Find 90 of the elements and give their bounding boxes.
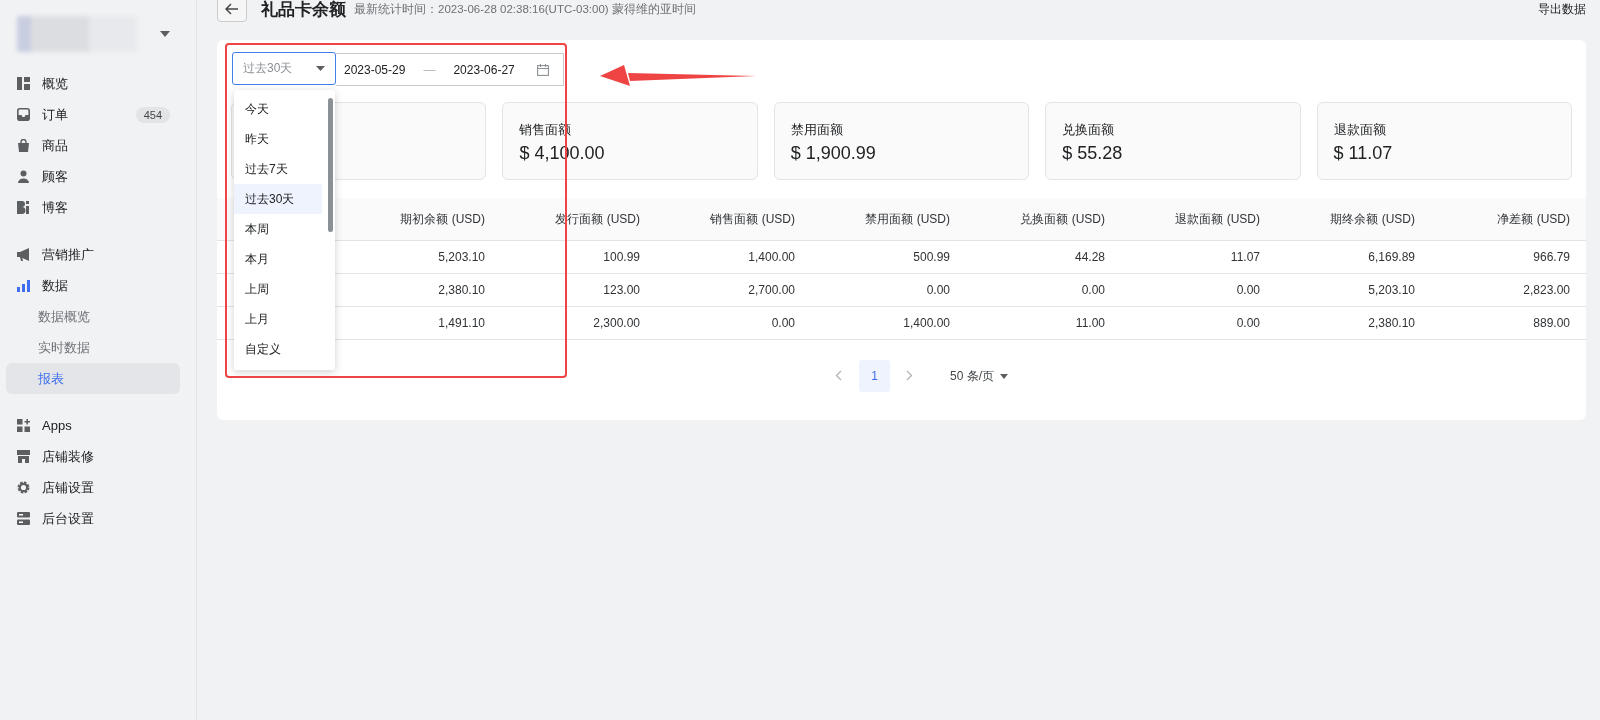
- table-cell-text: 5,203.10: [1367, 283, 1416, 297]
- table-cell-text: 0.00: [1235, 283, 1261, 297]
- dropdown-option[interactable]: 自定义: [234, 334, 322, 364]
- dropdown-option[interactable]: 上月: [234, 304, 322, 334]
- table-cell-text: 100.99: [602, 250, 641, 264]
- table-cell-text: 500.99: [912, 250, 951, 264]
- megaphone-icon: [17, 248, 30, 261]
- caret-icon: [316, 66, 325, 71]
- sidebar-item[interactable]: 数据: [6, 270, 180, 301]
- page-title: 礼品卡余额: [261, 0, 346, 21]
- caret-icon: [1000, 373, 1008, 379]
- gear-icon: [17, 481, 30, 494]
- table-cell-text: 1,491.10: [437, 316, 486, 330]
- scrollbar[interactable]: [328, 98, 333, 232]
- sidebar-item[interactable]: 后台设置: [6, 503, 180, 534]
- sidebar-item[interactable]: 营销推广: [6, 239, 180, 270]
- inbox-icon: [17, 108, 30, 121]
- table-cell-text: 2,380.10: [1367, 316, 1416, 330]
- table-cell-text: 11.07: [1229, 250, 1261, 264]
- table-cell-text: 2,380.10: [437, 283, 486, 297]
- sidebar-item[interactable]: 店铺装修: [6, 441, 180, 472]
- column-header: 禁用面额 (USD): [864, 210, 951, 228]
- bar-chart-icon: [17, 279, 30, 292]
- table-cell-text: 44.28: [1073, 250, 1106, 264]
- stat-label: 禁用面额: [790, 121, 844, 139]
- sidebar-item[interactable]: 店铺设置: [6, 472, 180, 503]
- count-badge: 454: [135, 106, 170, 123]
- table-cell-text: 11.00: [1074, 316, 1106, 330]
- dropdown-option[interactable]: 过去30天: [234, 184, 322, 214]
- chevron-left-icon: [835, 369, 843, 381]
- table-cell-text: 1,400.00: [747, 250, 796, 264]
- range-separator: —: [423, 62, 436, 77]
- page-size-select[interactable]: 50 条/页: [944, 366, 1014, 386]
- dropdown-option[interactable]: 昨天: [234, 124, 322, 154]
- stat-value: $ 11.07: [1333, 143, 1394, 164]
- caret-icon: [160, 31, 170, 37]
- dropdown-option[interactable]: 今天: [234, 94, 322, 124]
- dropdown-option[interactable]: 本月: [234, 244, 322, 274]
- column-header: 销售面额 (USD): [709, 210, 796, 228]
- table-cell-text: 0.00: [1235, 316, 1261, 330]
- table-cell-text: 2,700.00: [747, 283, 796, 297]
- sidebar-subitem[interactable]: 实时数据: [6, 332, 180, 363]
- column-header: 净差额 (USD): [1496, 210, 1571, 228]
- apps-icon: [17, 419, 30, 432]
- storefront-icon: [17, 450, 30, 463]
- table-cell-text: 6,169.89: [1367, 250, 1416, 264]
- column-header: 兑换面额 (USD): [1019, 210, 1106, 228]
- table-cell-text: 966.79: [1532, 250, 1571, 264]
- layout-icon: [17, 77, 30, 90]
- shopping-bag-icon: [17, 139, 30, 152]
- chevron-right-icon: [906, 369, 914, 381]
- start-date: 2023-05-29: [344, 62, 406, 77]
- export-button[interactable]: 导出数据: [1538, 1, 1586, 17]
- column-header: 期初余额 (USD): [399, 210, 486, 228]
- sidebar-item[interactable]: 商品: [6, 130, 180, 161]
- sidebar-item[interactable]: 订单 454: [6, 99, 180, 130]
- end-date: 2023-06-27: [453, 62, 515, 77]
- person-icon: [17, 170, 30, 183]
- table-cell-text: 0.00: [770, 316, 796, 330]
- table-cell-text: 2,823.00: [1522, 283, 1571, 297]
- stat-label: 兑换面额: [1062, 121, 1116, 139]
- back-button[interactable]: [217, 0, 247, 22]
- calendar-icon: [536, 63, 549, 76]
- stat-value: $ 55.28: [1062, 143, 1124, 164]
- stat-value: $ 1,900.99: [790, 143, 877, 164]
- table-cell-text: 889.00: [1532, 316, 1571, 330]
- table-cell-text: 1,400.00: [902, 316, 951, 330]
- table-cell-text: 5,203.10: [437, 250, 486, 264]
- stat-label: 退款面额: [1333, 121, 1387, 139]
- dropdown-option[interactable]: 上周: [234, 274, 322, 304]
- page-button[interactable]: 1: [859, 360, 890, 392]
- sidebar-subitem[interactable]: 报表: [6, 363, 180, 394]
- column-header: 期终余额 (USD): [1329, 210, 1416, 228]
- sidebar-item[interactable]: 顾客: [6, 161, 180, 192]
- table-cell-text: 0.00: [1080, 283, 1106, 297]
- sidebar-item[interactable]: 概览: [6, 68, 180, 99]
- date-range-field[interactable]: 2023-05-29 — 2023-06-27: [336, 53, 564, 86]
- dropdown-option[interactable]: 过去7天: [234, 154, 322, 184]
- dropdown-option[interactable]: 本周: [234, 214, 322, 244]
- table-cell-text: 0.00: [925, 283, 951, 297]
- blog-icon: [17, 201, 30, 214]
- sidebar-subitem[interactable]: 数据概览: [6, 301, 180, 332]
- sidebar-item[interactable]: 博客: [6, 192, 180, 223]
- back-arrow-icon: [225, 3, 239, 15]
- last-updated-text: 最新统计时间：2023-06-28 02:38:16(UTC-03:00) 蒙得维的亚时间: [354, 1, 697, 17]
- column-header: 退款面额 (USD): [1174, 210, 1261, 228]
- table-cell-text: 123.00: [602, 283, 641, 297]
- sidebar-item[interactable]: Apps: [6, 410, 180, 441]
- table-cell-text: 2,300.00: [592, 316, 641, 330]
- server-icon: [17, 512, 30, 525]
